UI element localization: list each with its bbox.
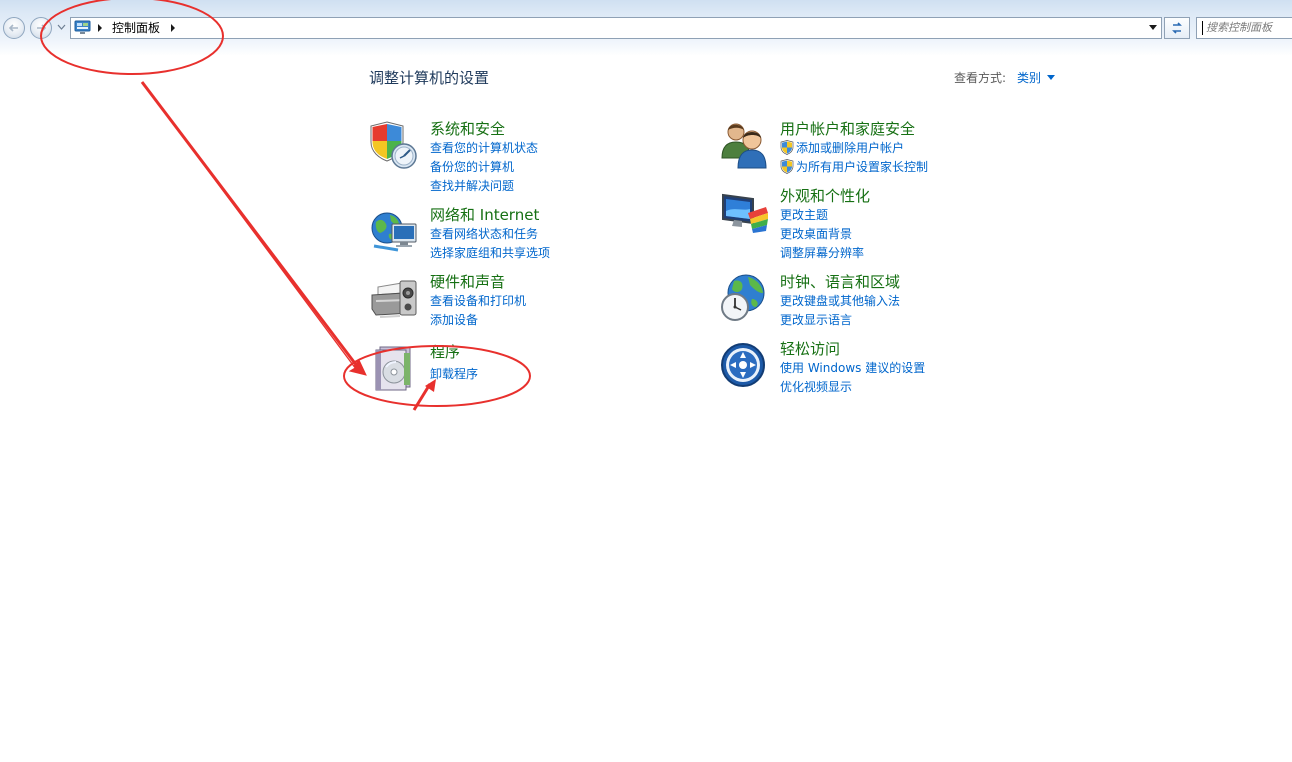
category-title-hardware-sound[interactable]: 硬件和声音 [430, 273, 505, 291]
category-title-ease-of-access[interactable]: 轻松访问 [780, 340, 840, 358]
monitor-palette-icon [722, 193, 768, 233]
link-parental-controls[interactable]: 为所有用户设置家长控制 [796, 160, 928, 175]
address-bar[interactable]: 控制面板 [70, 17, 1162, 39]
control-panel-icon [74, 20, 91, 34]
link-view-computer-status[interactable]: 查看您的计算机状态 [430, 141, 538, 156]
forward-button[interactable] [30, 17, 52, 39]
link-change-display-language[interactable]: 更改显示语言 [780, 313, 852, 328]
search-box[interactable] [1196, 17, 1292, 39]
link-uninstall-program[interactable]: 卸载程序 [430, 367, 478, 382]
category-clock-language-region: 时钟、语言和区域 更改键盘或其他输入法 更改显示语言 [720, 273, 1020, 333]
category-title-clock-language-region[interactable]: 时钟、语言和区域 [780, 273, 900, 291]
category-programs: 程序 卸载程序 [370, 343, 670, 393]
category-user-accounts: 用户帐户和家庭安全 添加或删除用户帐户 为所有用户设置家长控制 [720, 120, 1020, 180]
category-title-network-internet[interactable]: 网络和 Internet [430, 206, 539, 224]
clock-globe-icon [721, 274, 765, 321]
refresh-button[interactable] [1164, 17, 1190, 39]
link-windows-recommended-settings[interactable]: 使用 Windows 建议的设置 [780, 361, 925, 376]
breadcrumb-separator-icon[interactable] [97, 24, 103, 32]
search-input[interactable] [1206, 21, 1292, 34]
chevron-down-icon[interactable] [1047, 75, 1055, 80]
navigation-bar: 控制面板 [0, 0, 1292, 56]
printer-speaker-icon [371, 280, 417, 318]
view-by-dropdown[interactable]: 类别 [1017, 70, 1041, 86]
programs-disc-icon [375, 346, 411, 391]
link-change-desktop-background[interactable]: 更改桌面背景 [780, 227, 852, 242]
category-system-security: 系统和安全 查看您的计算机状态 备份您的计算机 查找并解决问题 [370, 120, 670, 200]
category-network-internet: 网络和 Internet 查看网络状态和任务 选择家庭组和共享选项 [370, 206, 670, 266]
breadcrumb-separator-icon[interactable] [170, 24, 176, 32]
shield-security-icon [370, 121, 417, 169]
view-by-label: 查看方式: [954, 71, 1007, 85]
ease-of-access-icon [721, 343, 765, 387]
breadcrumb-control-panel[interactable]: 控制面板 [112, 21, 160, 35]
recent-pages-chevron-icon[interactable] [57, 24, 66, 30]
text-caret [1202, 21, 1203, 35]
refresh-icon [1172, 22, 1182, 34]
category-hardware-sound: 硬件和声音 查看设备和打印机 添加设备 [370, 273, 670, 333]
link-find-fix-problems[interactable]: 查找并解决问题 [430, 179, 514, 194]
category-title-user-accounts[interactable]: 用户帐户和家庭安全 [780, 120, 915, 138]
uac-shield-icon [780, 140, 794, 155]
category-title-system-security[interactable]: 系统和安全 [430, 120, 505, 138]
category-ease-of-access: 轻松访问 使用 Windows 建议的设置 优化视频显示 [720, 340, 1020, 400]
back-arrow-icon [8, 24, 18, 32]
link-optimize-video-display[interactable]: 优化视频显示 [780, 380, 852, 395]
back-button[interactable] [3, 17, 25, 39]
category-title-programs[interactable]: 程序 [430, 343, 460, 361]
link-view-network-status[interactable]: 查看网络状态和任务 [430, 227, 538, 242]
network-globe-icon [371, 212, 417, 252]
uac-shield-icon [780, 159, 794, 174]
users-icon [721, 123, 767, 169]
category-appearance: 外观和个性化 更改主题 更改桌面背景 调整屏幕分辨率 [720, 187, 1020, 267]
forward-arrow-icon [37, 24, 47, 32]
chevron-down-icon [1149, 25, 1157, 30]
link-add-device[interactable]: 添加设备 [430, 313, 478, 328]
link-change-theme[interactable]: 更改主题 [780, 208, 828, 223]
page-title: 调整计算机的设置 [369, 69, 490, 87]
link-add-remove-accounts[interactable]: 添加或删除用户帐户 [796, 141, 904, 156]
link-adjust-resolution[interactable]: 调整屏幕分辨率 [780, 246, 864, 261]
link-backup-computer[interactable]: 备份您的计算机 [430, 160, 514, 175]
link-devices-printers[interactable]: 查看设备和打印机 [430, 294, 526, 309]
link-change-keyboard-input[interactable]: 更改键盘或其他输入法 [780, 294, 900, 309]
annotation-arrow-shaft [140, 81, 359, 367]
category-title-appearance[interactable]: 外观和个性化 [780, 187, 870, 205]
address-history-dropdown[interactable] [1145, 17, 1162, 39]
annotation-arrow-long [141, 81, 367, 376]
link-homegroup-sharing[interactable]: 选择家庭组和共享选项 [430, 246, 550, 261]
